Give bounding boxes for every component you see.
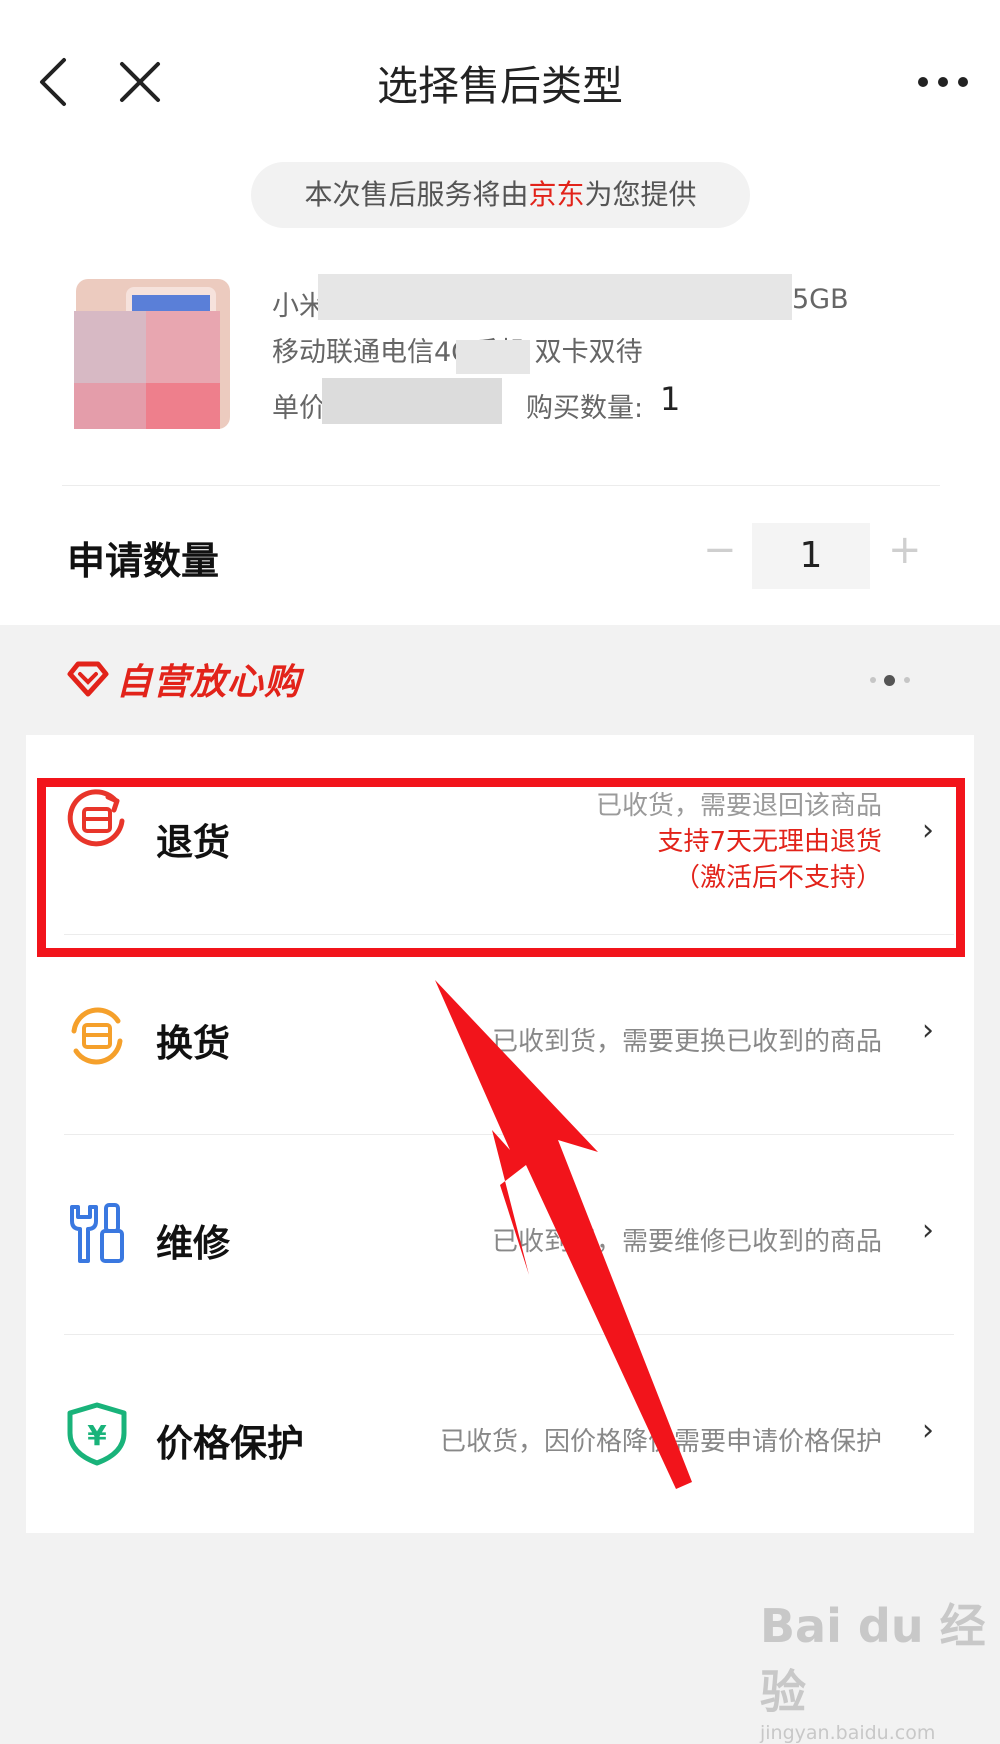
more-icon[interactable] (915, 74, 971, 90)
apply-quantity-label: 申请数量 (67, 539, 220, 583)
provider-brand: 京东 (528, 178, 585, 211)
option-return-name: 退货 (156, 821, 230, 864)
option-price-protection-name: 价格保护 (156, 1422, 304, 1465)
option-price-protection-desc: 已收货，因价格降价需要申请价格保护 (439, 1427, 882, 1457)
option-repair-name: 维修 (156, 1222, 230, 1265)
purchase-quantity-label: 购买数量: (526, 393, 644, 424)
option-exchange-desc: 已收到货，需要更换已收到的商品 (491, 1027, 882, 1057)
watermark-logo: Bai du 经验 (760, 1599, 986, 1719)
product-name-end: 5GB (792, 284, 849, 315)
purchase-quantity-value: 1 (660, 380, 681, 418)
option-return-desc: 已收货，需要退回该商品 (595, 791, 882, 821)
exchange-icon (71, 1007, 123, 1065)
price-shield-icon: ¥ (67, 1402, 127, 1466)
chevron-right-icon: › (922, 1413, 934, 1448)
provider-prefix: 本次售后服务将由 (304, 178, 529, 211)
provider-notice: 本次售后服务将由京东为您提供 (251, 162, 750, 228)
banner-title: 自营放心购 (116, 662, 302, 703)
wrench-screwdriver-icon (70, 1203, 124, 1263)
chevron-right-icon: › (922, 813, 934, 848)
option-exchange-name: 换货 (156, 1022, 230, 1065)
redacted-name (318, 274, 792, 320)
price-label: 单价 (272, 393, 326, 424)
option-return-note-2: （激活后不支持） (673, 863, 882, 893)
redacted-price (322, 378, 502, 424)
option-return[interactable]: 退货 已收货，需要退回该商品 支持7天无理由退货 （激活后不支持） › (26, 735, 974, 935)
quantity-plus-button[interactable]: + (888, 527, 922, 573)
option-repair[interactable]: 维修 已收到货，需要维修已收到的商品 › (26, 1135, 974, 1335)
quantity-input[interactable]: 1 (752, 523, 870, 589)
quantity-minus-button[interactable]: − (703, 527, 737, 573)
page-title: 选择售后类型 (377, 62, 623, 110)
divider (62, 485, 940, 486)
option-return-note: 支持7天无理由退货 (657, 827, 882, 857)
chevron-right-icon: › (922, 1213, 934, 1248)
redacted-name-2 (456, 340, 530, 374)
return-icon (67, 789, 125, 847)
heart-shield-icon (67, 661, 109, 697)
product-image (74, 279, 230, 429)
svg-text:¥: ¥ (87, 1419, 107, 1452)
option-exchange[interactable]: 换货 已收到货，需要更换已收到的商品 › (26, 935, 974, 1135)
watermark: Bai du 经验 jingyan.baidu.com (760, 1590, 990, 1744)
option-price-protection[interactable]: ¥ 价格保护 已收货，因价格降价需要申请价格保护 › (26, 1335, 974, 1535)
chevron-right-icon: › (922, 1013, 934, 1048)
watermark-url: jingyan.baidu.com (760, 1722, 936, 1744)
option-repair-desc: 已收到货，需要维修已收到的商品 (491, 1227, 882, 1257)
provider-suffix: 为您提供 (584, 178, 697, 211)
